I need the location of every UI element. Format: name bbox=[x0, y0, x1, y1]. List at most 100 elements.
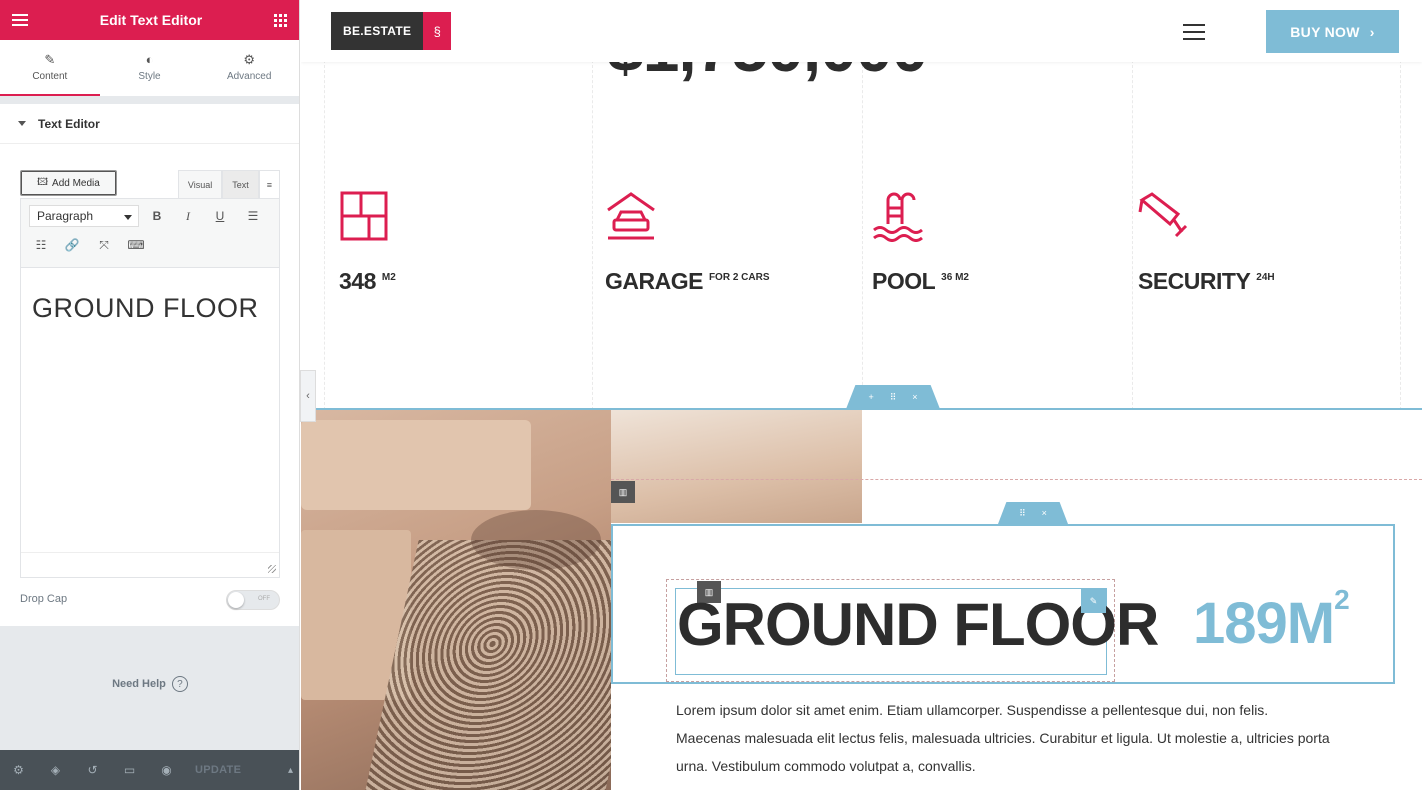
area-main: 189M bbox=[1193, 591, 1335, 656]
need-help-link[interactable]: Need Help ? bbox=[0, 676, 299, 692]
format-select-value: Paragraph bbox=[37, 209, 94, 223]
inner-section-handle[interactable]: ⠿ × bbox=[998, 502, 1068, 524]
feature-label: POOL 36 M2 bbox=[872, 268, 969, 295]
tab-advanced[interactable]: ⚙ Advanced bbox=[199, 40, 299, 96]
update-button[interactable]: UPDATE bbox=[195, 764, 280, 776]
area-sup: 2 bbox=[1334, 584, 1350, 615]
site-header: BE.ESTATE § BUY NOW › bbox=[301, 0, 1422, 62]
numbered-list-icon[interactable]: ☷ bbox=[31, 235, 51, 255]
format-toolbar: Paragraph B I U ☰ ☷ 🔗 ⤧ ⌨ bbox=[20, 198, 280, 268]
half-circle-icon: ◐ bbox=[145, 51, 154, 67]
buy-now-button[interactable]: BUY NOW › bbox=[1266, 10, 1399, 53]
question-icon: ? bbox=[171, 676, 188, 692]
add-media-label: Add Media bbox=[52, 177, 100, 189]
staircase-photo bbox=[611, 410, 862, 523]
keyboard-icon[interactable]: ⌨ bbox=[126, 235, 146, 255]
panel-body: Text Editor 🖾 Add Media Visual Text ≡ Pa… bbox=[0, 104, 299, 626]
feature-garage: GARAGE FOR 2 CARS bbox=[605, 190, 770, 294]
delete-section-icon[interactable]: × bbox=[912, 392, 917, 402]
panel-header: Edit Text Editor bbox=[0, 0, 299, 40]
floorplan-icon bbox=[340, 191, 388, 241]
editor-content-text[interactable]: GROUND FLOOR bbox=[32, 293, 259, 324]
feature-pool: POOL 36 M2 bbox=[872, 190, 969, 294]
tab-text[interactable]: Text bbox=[222, 170, 259, 198]
buy-now-label: BUY NOW bbox=[1290, 23, 1360, 40]
menu-icon[interactable] bbox=[12, 14, 28, 26]
edit-widget-pencil-icon[interactable]: ✎ bbox=[1081, 589, 1106, 613]
editor-mode-tabs: Visual Text ≡ bbox=[177, 170, 280, 198]
bold-button[interactable]: B bbox=[147, 206, 167, 226]
logo-text: BE.ESTATE bbox=[331, 12, 424, 50]
feature-main: GARAGE bbox=[605, 268, 703, 294]
italic-button[interactable]: I bbox=[178, 206, 198, 226]
responsive-icon[interactable]: ▭ bbox=[111, 763, 148, 777]
feature-main: 348 bbox=[339, 268, 376, 294]
toggle-knob bbox=[228, 592, 244, 608]
editor-content-area[interactable]: GROUND FLOOR bbox=[20, 268, 280, 578]
column-guide-horizontal bbox=[611, 479, 1422, 480]
drop-cap-label: Drop Cap bbox=[20, 593, 68, 605]
feature-area: 348 M2 bbox=[339, 190, 396, 294]
photo-table bbox=[471, 510, 601, 570]
page-preview: $1,750,000 BE.ESTATE § BUY NOW › 348M2 bbox=[301, 0, 1422, 790]
fullscreen-icon[interactable]: ⤧ bbox=[94, 235, 114, 255]
section-handle[interactable]: + ⠿ × bbox=[846, 385, 940, 409]
drop-cap-toggle[interactable]: OFF bbox=[226, 590, 280, 610]
pencil-icon: ✎ bbox=[44, 51, 56, 67]
feature-label: GARAGE FOR 2 CARS bbox=[605, 268, 770, 295]
feature-sup: 36 M2 bbox=[941, 272, 969, 283]
hamburger-menu-icon[interactable] bbox=[1183, 24, 1205, 45]
gear-icon: ⚙ bbox=[243, 51, 255, 67]
feature-sup: 24H bbox=[1256, 272, 1275, 283]
tab-content[interactable]: ✎ Content bbox=[0, 40, 100, 96]
media-icon: 🖾 bbox=[37, 176, 49, 188]
collapse-panel-button[interactable]: ‹ bbox=[300, 370, 316, 422]
tab-style[interactable]: ◐ Style bbox=[100, 40, 200, 96]
drag-handle-icon[interactable]: ⠿ bbox=[890, 392, 897, 403]
toggle-state: OFF bbox=[258, 596, 270, 602]
add-section-icon[interactable]: + bbox=[868, 392, 873, 402]
column-guide bbox=[592, 60, 593, 410]
living-room-photo bbox=[301, 410, 611, 790]
tab-style-label: Style bbox=[138, 70, 161, 82]
drag-handle-icon[interactable]: ⠿ bbox=[1019, 508, 1026, 519]
add-media-button[interactable]: 🖾 Add Media bbox=[20, 170, 117, 196]
chevron-down-icon bbox=[124, 215, 132, 220]
resize-grip-icon[interactable] bbox=[268, 565, 276, 573]
tab-content-label: Content bbox=[32, 70, 68, 82]
link-icon[interactable]: 🔗 bbox=[62, 235, 82, 255]
need-help-label: Need Help bbox=[112, 678, 166, 690]
editor-statusbar bbox=[21, 552, 279, 576]
photo-sofa bbox=[301, 420, 531, 510]
history-icon[interactable]: ↺ bbox=[74, 763, 111, 777]
column-guide bbox=[862, 60, 863, 410]
format-select[interactable]: Paragraph bbox=[29, 205, 139, 227]
column-guide bbox=[1400, 60, 1401, 410]
feature-main: POOL bbox=[872, 268, 936, 294]
caret-up-icon[interactable]: ▴ bbox=[288, 765, 293, 776]
feature-sup: FOR 2 CARS bbox=[708, 272, 770, 283]
feature-label: 348 M2 bbox=[339, 268, 396, 295]
settings-icon[interactable]: ⚙ bbox=[0, 763, 37, 777]
editor-panel: Edit Text Editor ✎ Content ◐ Style ⚙ Adv… bbox=[0, 0, 300, 790]
camera-icon bbox=[1138, 192, 1188, 238]
delete-icon[interactable]: × bbox=[1042, 508, 1047, 518]
column-edit-icon[interactable]: ▥ bbox=[611, 481, 635, 503]
logo-mark-icon: § bbox=[423, 12, 452, 50]
tab-advanced-label: Advanced bbox=[226, 70, 272, 82]
bullet-list-icon[interactable]: ☰ bbox=[243, 206, 263, 226]
feature-sup: M2 bbox=[381, 272, 396, 283]
navigator-icon[interactable]: ◈ bbox=[37, 763, 74, 777]
garage-icon bbox=[607, 192, 655, 240]
widgets-grid-icon[interactable] bbox=[273, 13, 287, 27]
feature-main: SECURITY bbox=[1138, 268, 1251, 294]
database-icon[interactable]: ≡ bbox=[258, 170, 280, 198]
section-text-editor[interactable]: Text Editor bbox=[0, 104, 299, 144]
site-logo[interactable]: BE.ESTATE § bbox=[331, 12, 452, 50]
tab-visual[interactable]: Visual bbox=[177, 170, 223, 198]
chevron-right-icon: › bbox=[1369, 23, 1375, 40]
panel-footer: ⚙ ◈ ↺ ▭ ◉ UPDATE ▴ bbox=[0, 750, 299, 790]
column-guide bbox=[324, 60, 325, 410]
underline-button[interactable]: U bbox=[210, 206, 230, 226]
preview-eye-icon[interactable]: ◉ bbox=[148, 763, 185, 777]
